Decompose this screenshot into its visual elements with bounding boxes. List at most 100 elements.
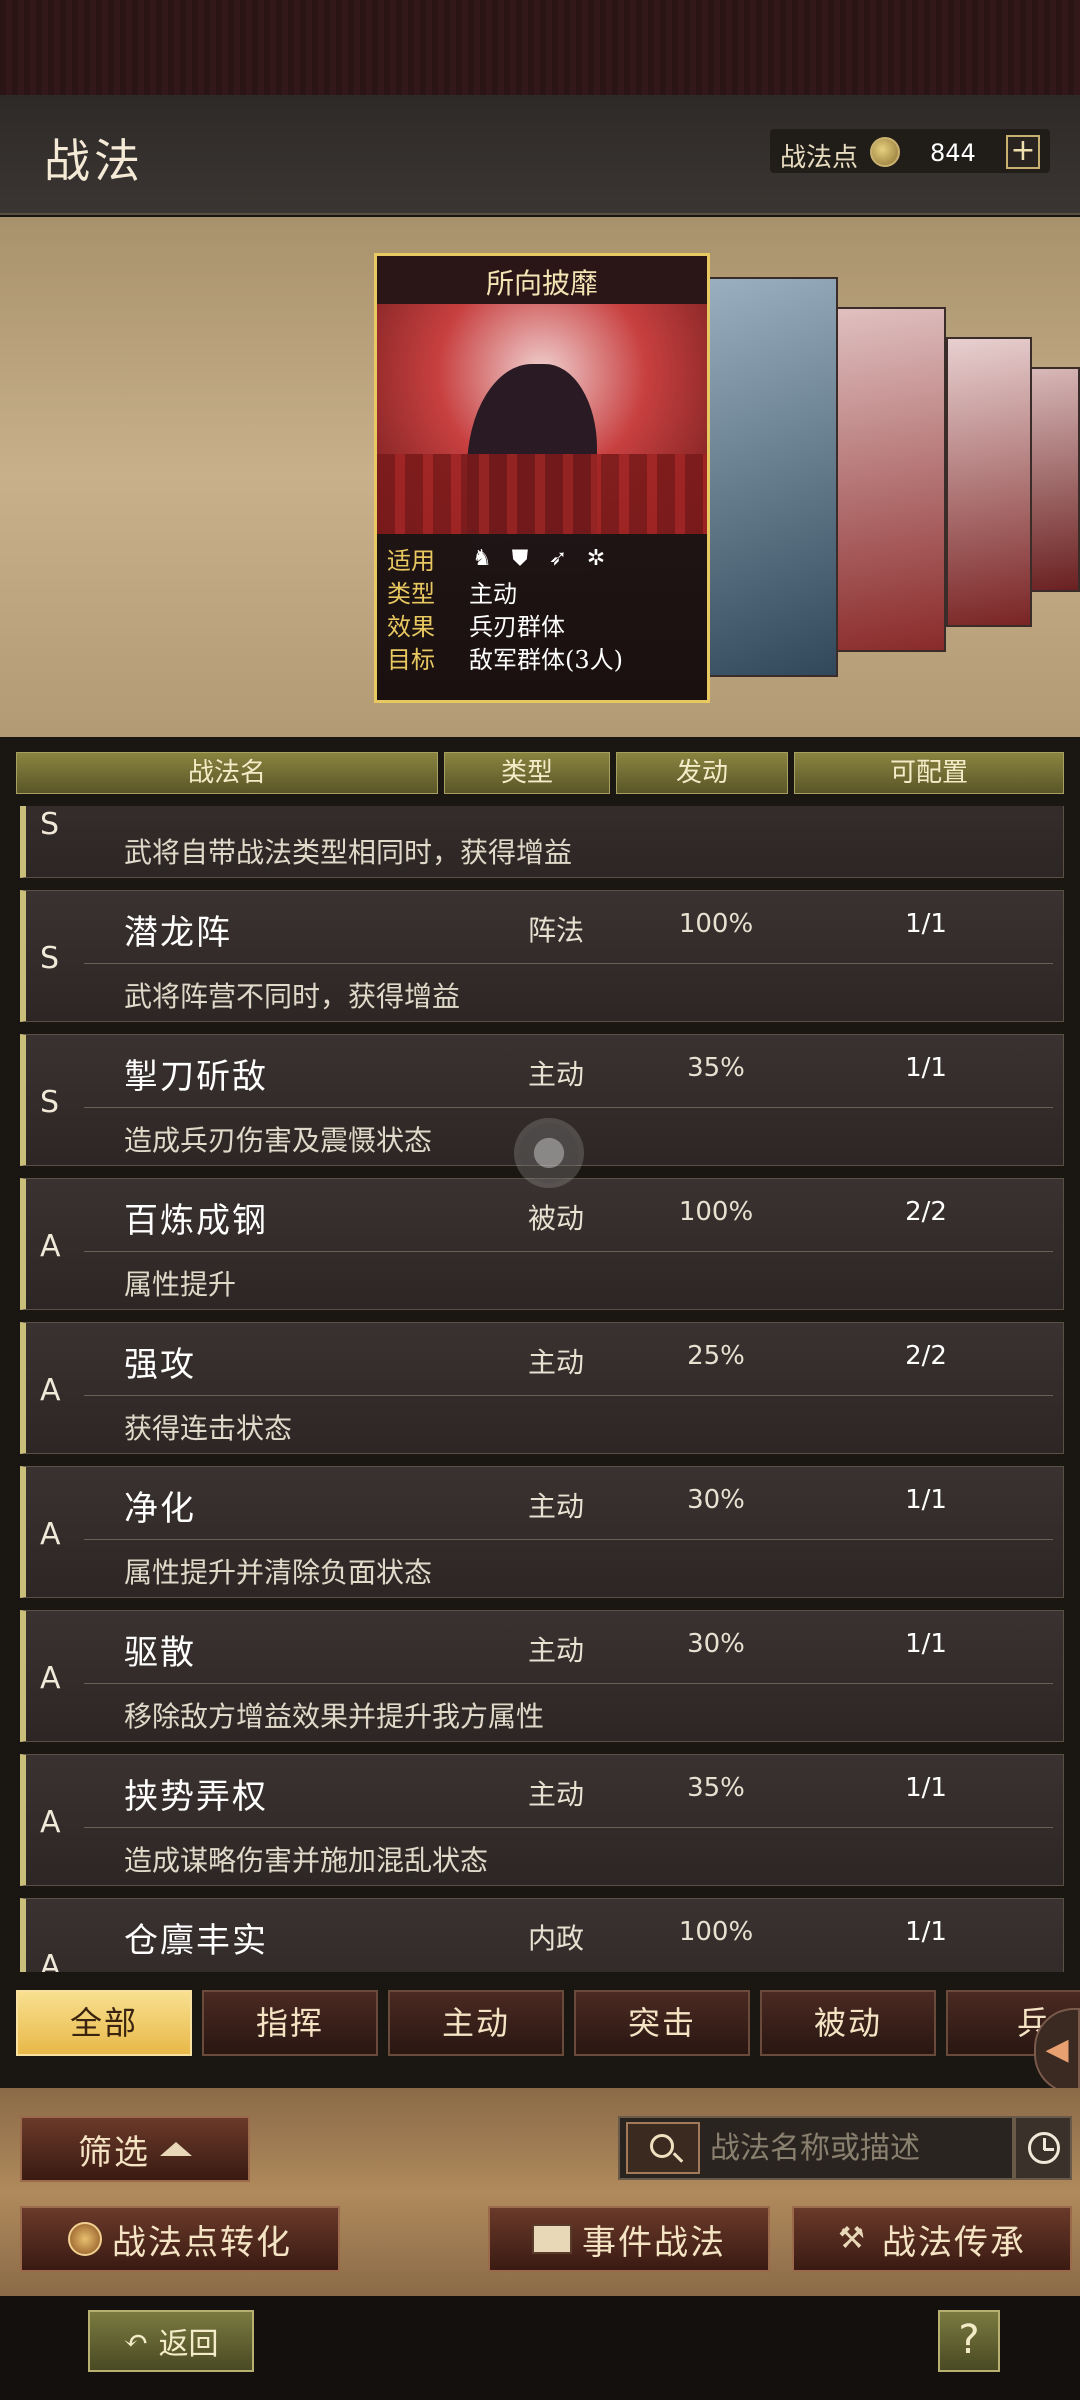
coin-icon	[68, 2222, 102, 2256]
skill-row[interactable]: A 挟势弄权 主动 35% 1/1 造成谋略伤害并施加混乱状态	[20, 1754, 1064, 1886]
inherit-label: 战法传承	[882, 2222, 1026, 2263]
skill-rate: 100%	[678, 1917, 754, 1947]
tab-command[interactable]: 指挥	[202, 1990, 378, 2056]
category-tabs: 全部 指挥 主动 突击 被动 兵	[16, 1990, 1080, 2060]
wheel-icon: ✲	[586, 545, 606, 571]
carousel-card-5[interactable]	[1030, 367, 1080, 592]
column-header-rate[interactable]: 发动	[616, 752, 788, 794]
back-button[interactable]: ↶ 返回	[88, 2310, 254, 2372]
skill-desc: 属性提升	[124, 1268, 237, 1301]
applicable-row: 适用 ♞ ⛊ ➶ ✲	[387, 542, 697, 576]
tactics-inherit-button[interactable]: ⚒ 战法传承	[792, 2206, 1072, 2272]
tab-active[interactable]: 主动	[388, 1990, 564, 2056]
bottom-toolbar: 筛选 战法点转化 事件战法 ⚒ 战法传承	[0, 2088, 1080, 2296]
skill-grade: S	[40, 807, 60, 842]
skill-name: 挟势弄权	[124, 1777, 268, 1817]
hammer-icon: ⚒	[838, 2221, 867, 2256]
filter-button[interactable]: 筛选	[20, 2116, 250, 2182]
skill-name: 强攻	[124, 1345, 196, 1385]
convert-label: 战法点转化	[112, 2222, 292, 2263]
carousel-card-2[interactable]	[708, 277, 838, 677]
skill-row[interactable]: A 驱散 主动 30% 1/1 移除敌方增益效果并提升我方属性	[20, 1610, 1064, 1742]
row-divider	[84, 963, 1053, 964]
skill-row[interactable]: A 强攻 主动 25% 2/2 获得连击状态	[20, 1322, 1064, 1454]
skill-config: 1/1	[905, 1053, 947, 1083]
skill-type: 主动	[527, 1346, 584, 1379]
carousel-card-3[interactable]	[836, 307, 946, 652]
bow-icon: ➶	[548, 545, 568, 571]
carousel-card-4[interactable]	[946, 337, 1032, 627]
info-key: 适用	[387, 547, 435, 575]
tab-assault[interactable]: 突击	[574, 1990, 750, 2056]
featured-carousel: 所向披靡 适用 ♞ ⛊ ➶ ✲ 类型 主动 效果 兵刃群体 目标 敌军群体(3人…	[0, 217, 1080, 737]
tactic-points-label: 战法点	[780, 143, 859, 173]
skill-rate: 35%	[687, 1773, 745, 1803]
search-icon[interactable]	[626, 2122, 700, 2174]
skill-config: 1/1	[905, 1773, 947, 1803]
skill-grade: A	[40, 1949, 61, 1972]
row-divider	[84, 1827, 1053, 1828]
page-header: 战法 战法点 844 +	[0, 95, 1080, 215]
column-header-type[interactable]: 类型	[444, 752, 610, 794]
tab-passive[interactable]: 被动	[760, 1990, 936, 2056]
tactic-points-display: 战法点 844 +	[770, 129, 1050, 173]
column-header-name[interactable]: 战法名	[16, 752, 438, 794]
skill-row[interactable]: A 百炼成钢 被动 100% 2/2 属性提升	[20, 1178, 1064, 1310]
shield-icon: ⛊	[511, 545, 529, 571]
skill-config: 1/1	[905, 1629, 947, 1659]
skill-name: 仓廪丰实	[124, 1921, 268, 1961]
skill-grade: S	[40, 941, 60, 976]
event-label: 事件战法	[582, 2222, 726, 2263]
points-convert-button[interactable]: 战法点转化	[20, 2206, 340, 2272]
tactic-coin-icon	[870, 137, 900, 167]
search-input[interactable]	[710, 2126, 1000, 2170]
skill-desc: 造成兵刃伤害及震慑状态	[124, 1124, 433, 1157]
skill-rate: 25%	[687, 1341, 745, 1371]
skill-type: 主动	[527, 1778, 584, 1811]
skill-rate: 30%	[687, 1629, 745, 1659]
effect-row: 效果 兵刃群体	[387, 608, 697, 641]
touch-indicator	[514, 1118, 584, 1188]
help-button[interactable]: ?	[938, 2310, 1000, 2372]
top-decor-band	[0, 0, 1080, 95]
tab-all[interactable]: 全部	[16, 1990, 192, 2056]
column-header-config[interactable]: 可配置	[794, 752, 1064, 794]
back-label: 返回	[158, 2327, 219, 2362]
skill-rate: 100%	[678, 909, 754, 939]
row-divider	[84, 1251, 1053, 1252]
skill-row[interactable]: A 仓廪丰实 内政 100% 1/1	[20, 1898, 1064, 1972]
skill-grade: A	[40, 1517, 61, 1552]
skill-config: 2/2	[905, 1341, 947, 1371]
skill-desc: 武将自带战法类型相同时，获得增益	[124, 836, 573, 869]
skill-list[interactable]: S 武将自带战法类型相同时，获得增益 S 潜龙阵 阵法 100% 1/1 武将阵…	[16, 806, 1066, 1972]
add-points-button[interactable]: +	[1006, 135, 1040, 169]
skill-type: 主动	[527, 1490, 584, 1523]
skill-type: 内政	[527, 1922, 584, 1955]
search-box	[618, 2116, 1014, 2180]
history-clock-icon[interactable]	[1014, 2116, 1072, 2180]
skill-type: 阵法	[527, 914, 584, 947]
skill-desc: 造成谋略伤害并施加混乱状态	[124, 1844, 489, 1877]
featured-skill-card[interactable]: 所向披靡 适用 ♞ ⛊ ➶ ✲ 类型 主动 效果 兵刃群体 目标 敌军群体(3人…	[374, 253, 710, 703]
skill-type: 主动	[527, 1058, 584, 1091]
cavalry-icon: ♞	[472, 545, 492, 571]
skill-type: 被动	[527, 1202, 584, 1235]
info-key: 类型	[387, 580, 435, 608]
skill-row[interactable]: A 净化 主动 30% 1/1 属性提升并清除负面状态	[20, 1466, 1064, 1598]
event-tactics-button[interactable]: 事件战法	[488, 2206, 770, 2272]
skill-config: 1/1	[905, 1485, 947, 1515]
featured-skill-info: 适用 ♞ ⛊ ➶ ✲ 类型 主动 效果 兵刃群体 目标 敌军群体(3人)	[377, 534, 707, 700]
info-key: 目标	[387, 646, 435, 674]
back-arrow-icon: ↶	[123, 2323, 149, 2359]
target-row: 目标 敌军群体(3人)	[387, 641, 697, 674]
skill-grade: A	[40, 1373, 61, 1408]
skill-row[interactable]: S 潜龙阵 阵法 100% 1/1 武将阵营不同时，获得增益	[20, 890, 1064, 1022]
skill-name: 潜龙阵	[124, 913, 232, 953]
skill-rate: 30%	[687, 1485, 745, 1515]
skill-grade: A	[40, 1805, 61, 1840]
triangle-up-icon	[160, 2142, 192, 2156]
skill-desc: 属性提升并清除负面状态	[124, 1556, 433, 1589]
skill-rate: 100%	[678, 1197, 754, 1227]
row-divider	[84, 1683, 1053, 1684]
skill-row[interactable]: S 武将自带战法类型相同时，获得增益	[20, 806, 1064, 878]
